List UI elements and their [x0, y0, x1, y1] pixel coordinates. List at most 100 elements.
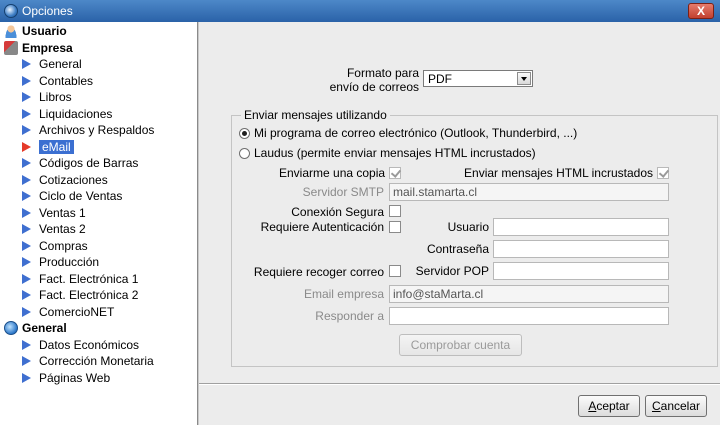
tree-item-label: Producción — [39, 255, 100, 269]
tree-item-label: Compras — [39, 238, 88, 253]
tree-item-label: Archivos y Respaldos — [39, 123, 155, 137]
arrow-right-icon — [22, 372, 31, 383]
arrow-right-icon — [22, 92, 31, 102]
tree-item-label: Ventas 1 — [39, 205, 86, 220]
format-select-value: PDF — [428, 71, 452, 86]
secure-checkbox[interactable] — [389, 205, 401, 217]
smtp-field[interactable]: mail.stamarta.cl — [389, 183, 669, 201]
radio-mail-client[interactable] — [239, 128, 250, 139]
chevron-down-icon[interactable] — [517, 72, 531, 85]
password-label: Contraseña — [426, 242, 489, 256]
arrow-right-icon — [22, 339, 31, 350]
radio-mail-client-label[interactable]: Mi programa de correo electrónico (Outlo… — [254, 126, 577, 140]
tree-group[interactable]: Usuario — [0, 23, 197, 39]
radio-laudus[interactable] — [239, 148, 250, 159]
check-account-button[interactable]: Comprobar cuenta — [399, 334, 522, 356]
reply-field[interactable] — [389, 307, 669, 325]
format-label-line1: Formato para — [346, 66, 419, 80]
company-email-field[interactable]: info@staMarta.cl — [389, 285, 669, 303]
arrow-right-icon — [22, 59, 31, 69]
tree-item[interactable]: Fact. Electrónica 2 — [0, 287, 197, 303]
format-label-line2: envío de correos — [329, 80, 419, 94]
tree-item[interactable]: Producción — [0, 254, 197, 270]
tree-item-label: ComercioNET — [39, 304, 115, 319]
tree-item[interactable]: Compras — [0, 238, 197, 254]
options-tree: Usuario Empresa General Contables Libros Liqu… — [0, 22, 198, 425]
tree-item-label: Páginas Web — [39, 370, 111, 385]
tree-item-label: General — [22, 321, 67, 335]
tree-item-label: eMail — [39, 139, 74, 154]
auth-label: Requiere Autenticación — [260, 220, 384, 234]
arrow-right-icon — [22, 158, 31, 168]
pop-label: Servidor POP — [415, 264, 489, 278]
tree-item[interactable]: Páginas Web — [0, 370, 197, 386]
pop-field[interactable] — [493, 262, 669, 280]
tree-item[interactable]: Datos Económicos — [0, 337, 197, 353]
radio-laudus-label[interactable]: Laudus (permite enviar mensajes HTML inc… — [254, 146, 536, 160]
arrow-right-icon — [22, 290, 31, 300]
password-field[interactable] — [493, 240, 669, 258]
arrow-right-icon — [22, 240, 31, 251]
tree-item[interactable]: Archivos y Respaldos — [0, 122, 197, 138]
tree-item-label: Empresa — [22, 40, 73, 55]
tree-item[interactable]: General — [0, 56, 197, 72]
email-settings-panel: Formato para envío de correos PDF Enviar… — [199, 22, 720, 425]
user-field[interactable] — [493, 218, 669, 236]
arrow-right-icon — [22, 207, 31, 218]
format-label: Formato para envío de correos — [329, 66, 419, 94]
tree-item-label: Datos Económicos — [39, 337, 140, 352]
arrow-right-icon — [22, 356, 31, 366]
arrow-right-icon — [22, 108, 31, 119]
arrow-right-icon — [22, 224, 31, 234]
accept-button[interactable]: Aceptar — [578, 395, 640, 417]
arrow-right-icon — [22, 75, 31, 86]
auth-checkbox[interactable] — [389, 221, 401, 233]
tree-item[interactable]: Ciclo de Ventas — [0, 188, 197, 204]
tree-item[interactable]: Libros — [0, 89, 197, 105]
send-html-label: Enviar mensajes HTML incrustados — [464, 166, 653, 180]
secure-label: Conexión Segura — [291, 205, 384, 219]
tree-group[interactable]: General — [0, 320, 197, 336]
tree-item-label: Usuario — [22, 24, 67, 38]
tree-item[interactable]: Códigos de Barras — [0, 155, 197, 171]
user-icon — [4, 24, 18, 38]
arrow-right-icon — [22, 257, 31, 267]
reply-label: Responder a — [315, 309, 384, 323]
tree-item-label: Ventas 2 — [39, 222, 86, 236]
user-label: Usuario — [447, 220, 489, 234]
title-bar: Opciones X — [0, 0, 720, 22]
company-icon — [4, 40, 18, 55]
tree-item-label: General — [39, 57, 82, 71]
tree-item-label: Contables — [39, 73, 94, 88]
tree-item-label: Fact. Electrónica 2 — [39, 288, 139, 302]
send-method-title: Enviar mensajes utilizando — [241, 108, 390, 122]
arrow-right-icon — [22, 125, 31, 135]
app-icon — [4, 4, 18, 18]
tree-item[interactable]: eMail — [0, 139, 197, 155]
tree-item[interactable]: Cotizaciones — [0, 172, 197, 188]
tree-item-label: Cotizaciones — [39, 172, 108, 187]
tree-item[interactable]: Corrección Monetaria — [0, 353, 197, 369]
tree-item[interactable]: Liquidaciones — [0, 106, 197, 122]
arrow-right-icon — [22, 141, 31, 152]
company-email-label: Email empresa — [303, 287, 384, 301]
tree-item-label: Liquidaciones — [39, 106, 113, 121]
globe-icon — [4, 321, 18, 335]
cancel-button[interactable]: Cancelar — [645, 395, 707, 417]
send-copy-label: Enviarme una copia — [279, 166, 386, 180]
tree-item[interactable]: Fact. Electrónica 1 — [0, 271, 197, 287]
tree-item[interactable]: ComercioNET — [0, 304, 197, 320]
close-button[interactable]: X — [688, 3, 714, 19]
footer-divider — [199, 383, 720, 385]
arrow-right-icon — [22, 191, 31, 201]
tree-item[interactable]: Contables — [0, 73, 197, 89]
format-select[interactable]: PDF — [423, 70, 533, 87]
smtp-label: Servidor SMTP — [302, 185, 384, 199]
tree-item[interactable]: Ventas 2 — [0, 221, 197, 237]
tree-item-label: Libros — [39, 90, 72, 104]
tree-group[interactable]: Empresa — [0, 40, 197, 56]
arrow-right-icon — [22, 174, 31, 185]
send-html-checkbox[interactable] — [657, 167, 669, 179]
tree-item-label: Fact. Electrónica 1 — [39, 271, 139, 286]
tree-item[interactable]: Ventas 1 — [0, 205, 197, 221]
